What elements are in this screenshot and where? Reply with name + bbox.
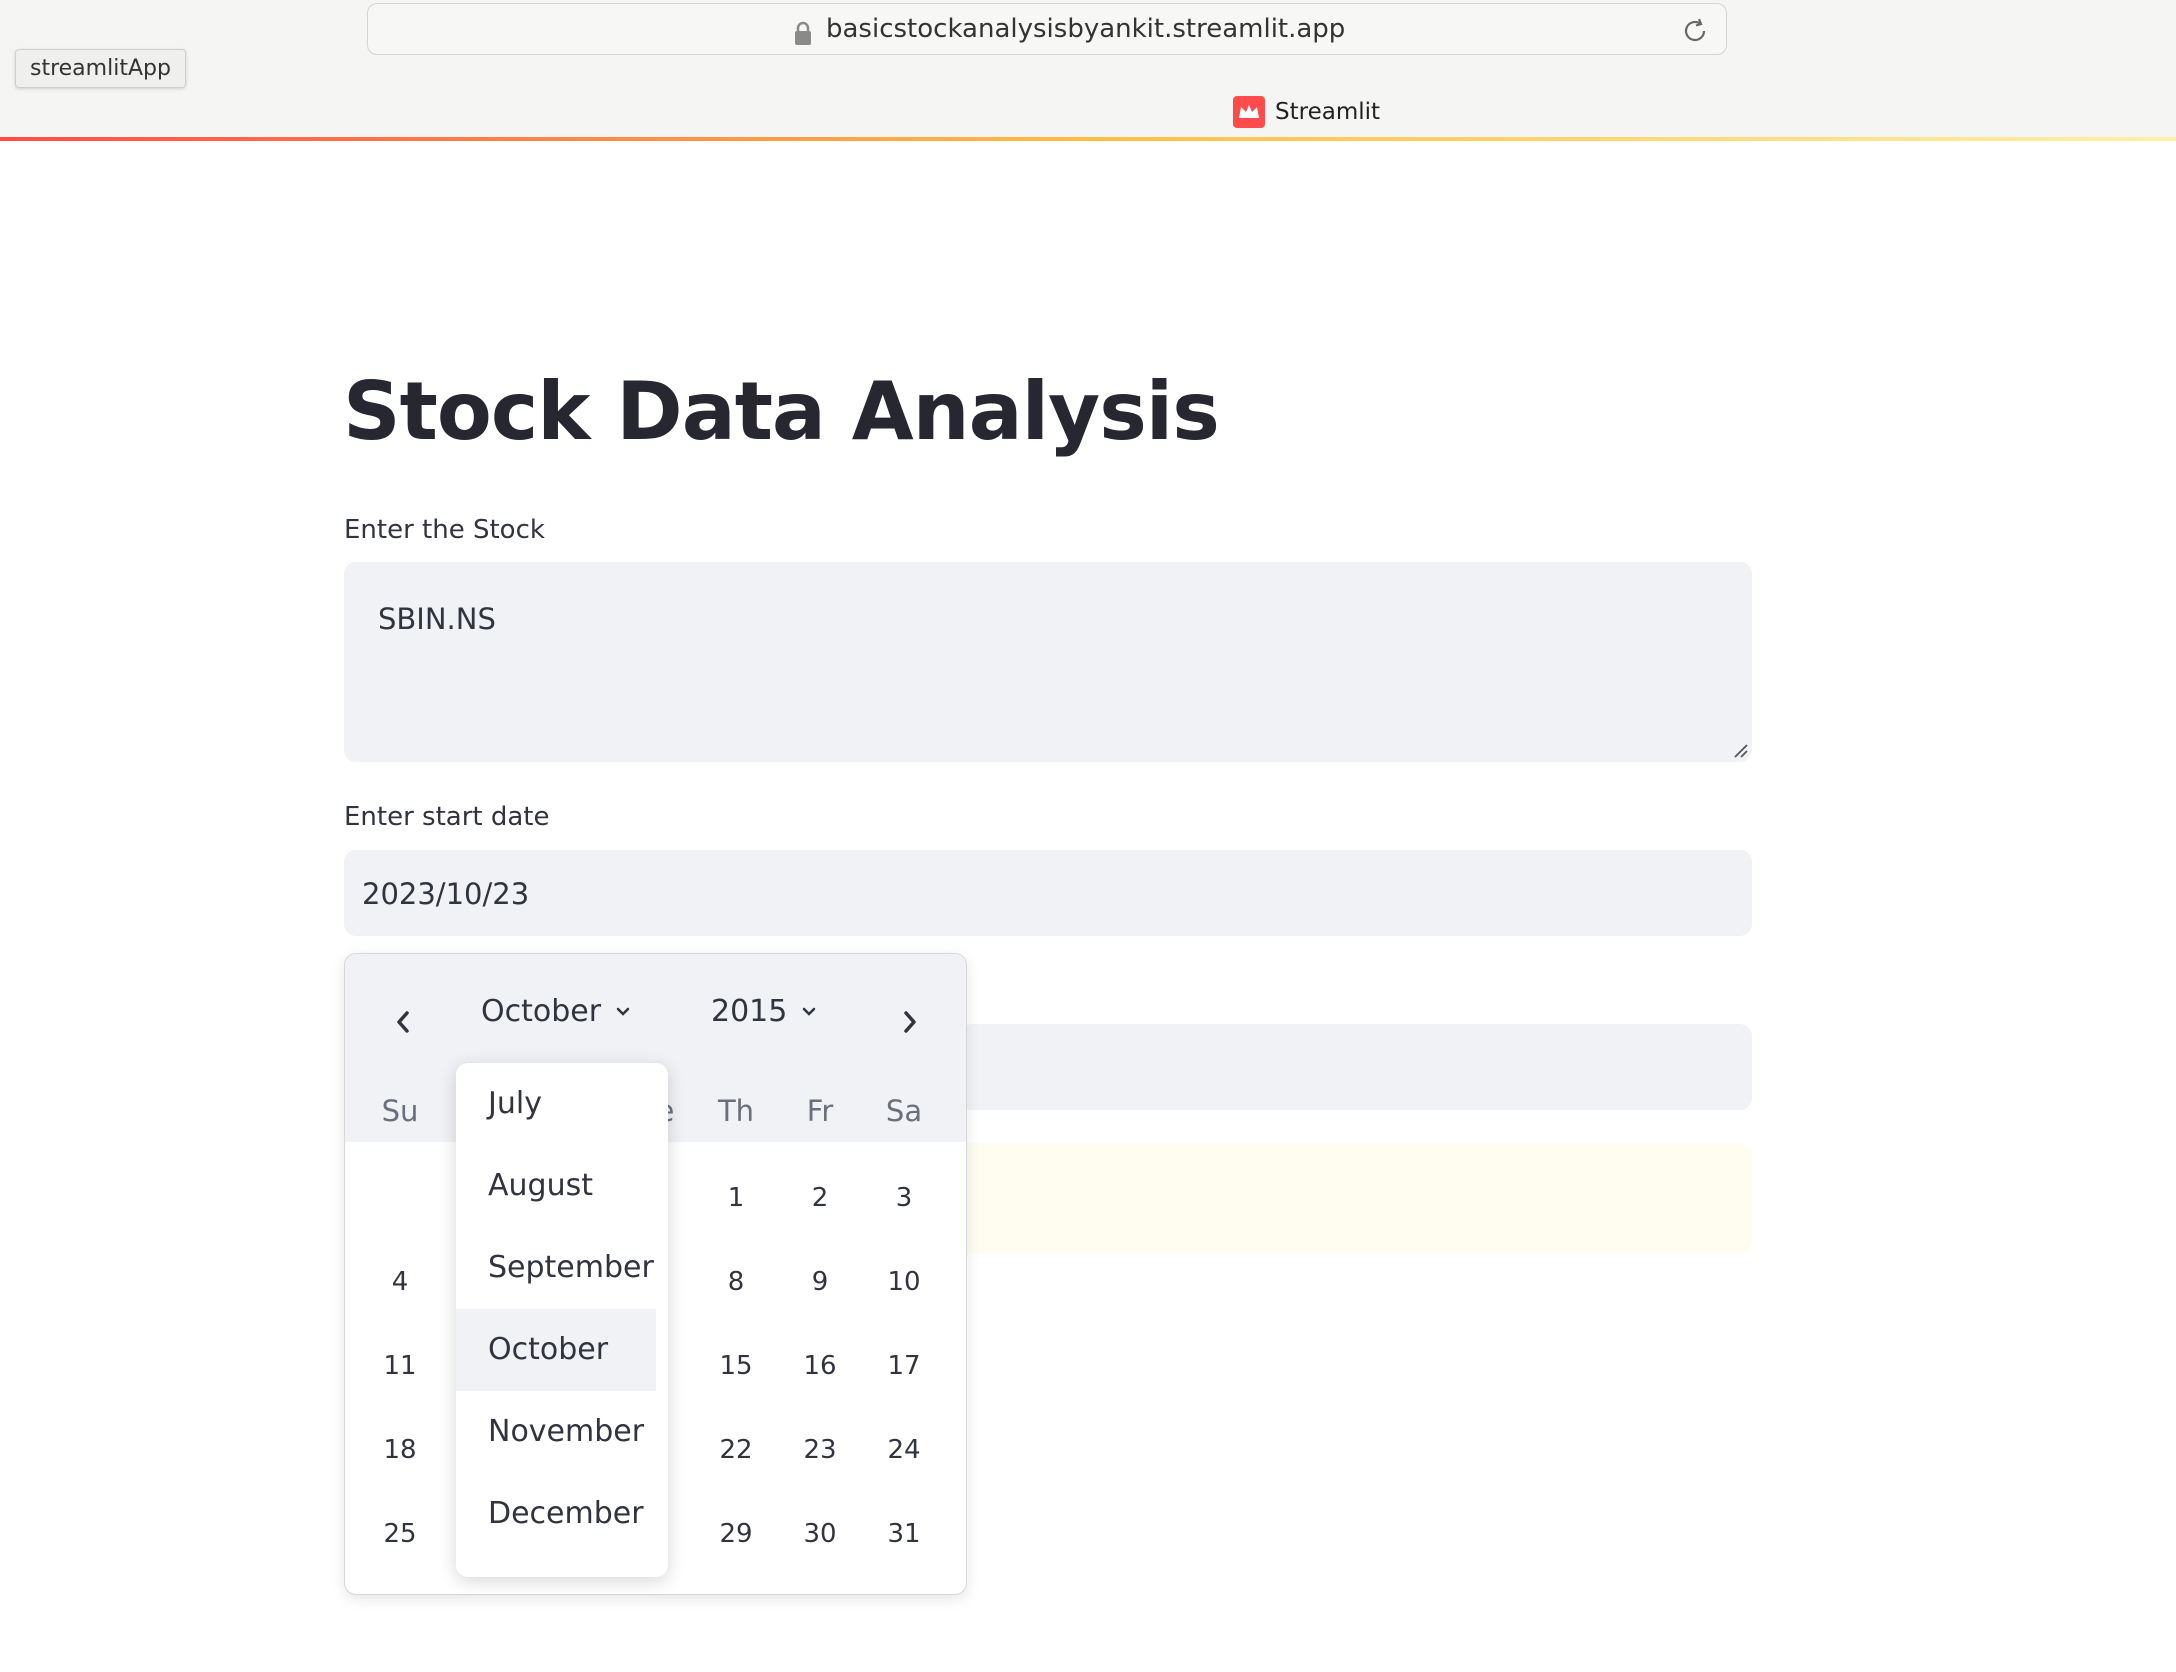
resize-grip-icon[interactable]: [1732, 742, 1748, 758]
month-option-august[interactable]: August: [456, 1145, 656, 1227]
month-option-september[interactable]: September: [456, 1227, 656, 1309]
calendar-day[interactable]: 2: [785, 1163, 855, 1233]
stock-input-value: SBIN.NS: [378, 602, 496, 636]
calendar-day[interactable]: 24: [869, 1415, 939, 1485]
chevron-right-icon: [904, 1011, 916, 1033]
calendar-day[interactable]: 15: [701, 1331, 771, 1401]
calendar-day[interactable]: 8: [701, 1247, 771, 1317]
calendar-day[interactable]: 31: [869, 1499, 939, 1569]
calendar-day[interactable]: 1: [701, 1163, 771, 1233]
month-option-november[interactable]: November: [456, 1391, 656, 1473]
weekday-label: Su: [381, 1094, 419, 1128]
calendar-day[interactable]: 22: [701, 1415, 771, 1485]
end-date-input[interactable]: [960, 1024, 1752, 1110]
calendar-day[interactable]: 16: [785, 1331, 855, 1401]
year-select[interactable]: 2015: [711, 994, 817, 1029]
calendar-day[interactable]: 10: [869, 1247, 939, 1317]
chevron-left-icon: [397, 1011, 409, 1033]
browser-tab[interactable]: Streamlit: [1233, 96, 1380, 128]
prev-month-button[interactable]: [383, 1002, 423, 1042]
weekday-label: Sa: [885, 1094, 923, 1128]
month-option-december[interactable]: December: [456, 1473, 656, 1555]
start-date-input[interactable]: 2023/10/23: [344, 850, 1752, 936]
weekday-label: Th: [717, 1094, 755, 1128]
calendar-day[interactable]: 17: [869, 1331, 939, 1401]
calendar-day[interactable]: 11: [365, 1331, 435, 1401]
calendar-day[interactable]: 3: [869, 1163, 939, 1233]
month-option-october[interactable]: October: [456, 1309, 656, 1391]
start-date-label: Enter start date: [344, 802, 550, 832]
year-select-value: 2015: [711, 994, 788, 1029]
weekday-label: Fr: [806, 1094, 834, 1128]
calendar-day[interactable]: 9: [785, 1247, 855, 1317]
lock-icon: [795, 21, 811, 45]
calendar-day[interactable]: 4: [365, 1247, 435, 1317]
notice-box: [960, 1143, 1752, 1253]
calendar-day[interactable]: 23: [785, 1415, 855, 1485]
tab-tooltip: streamlitApp: [15, 49, 186, 88]
calendar-day[interactable]: 18: [365, 1415, 435, 1485]
browser-chrome: basicstockanalysisbyankit.streamlit.app …: [0, 0, 2176, 139]
tab-title: Streamlit: [1275, 99, 1381, 125]
calendar-day[interactable]: 29: [701, 1499, 771, 1569]
stock-label: Enter the Stock: [344, 515, 545, 545]
month-select-value: October: [481, 994, 602, 1029]
page-title: Stock Data Analysis: [343, 365, 1220, 458]
month-select[interactable]: October: [481, 994, 631, 1029]
calendar-day[interactable]: 30: [785, 1499, 855, 1569]
address-bar[interactable]: basicstockanalysisbyankit.streamlit.app: [367, 3, 1727, 55]
reload-icon[interactable]: [1680, 16, 1710, 46]
chevron-down-icon: [803, 1007, 816, 1016]
calendar-day[interactable]: 25: [365, 1499, 435, 1569]
start-date-value: 2023/10/23: [362, 877, 530, 911]
chevron-down-icon: [616, 1007, 630, 1016]
stock-input[interactable]: SBIN.NS: [344, 562, 1752, 762]
url-text: basicstockanalysisbyankit.streamlit.app: [826, 14, 1346, 44]
next-month-button[interactable]: [890, 1002, 930, 1042]
streamlit-crown-icon: [1233, 96, 1265, 128]
calendar-day-empty: [365, 1163, 435, 1233]
month-dropdown-menu: July August September October November D…: [456, 1063, 668, 1577]
header-decoration: [0, 137, 2176, 141]
month-option-july[interactable]: July: [456, 1063, 656, 1145]
